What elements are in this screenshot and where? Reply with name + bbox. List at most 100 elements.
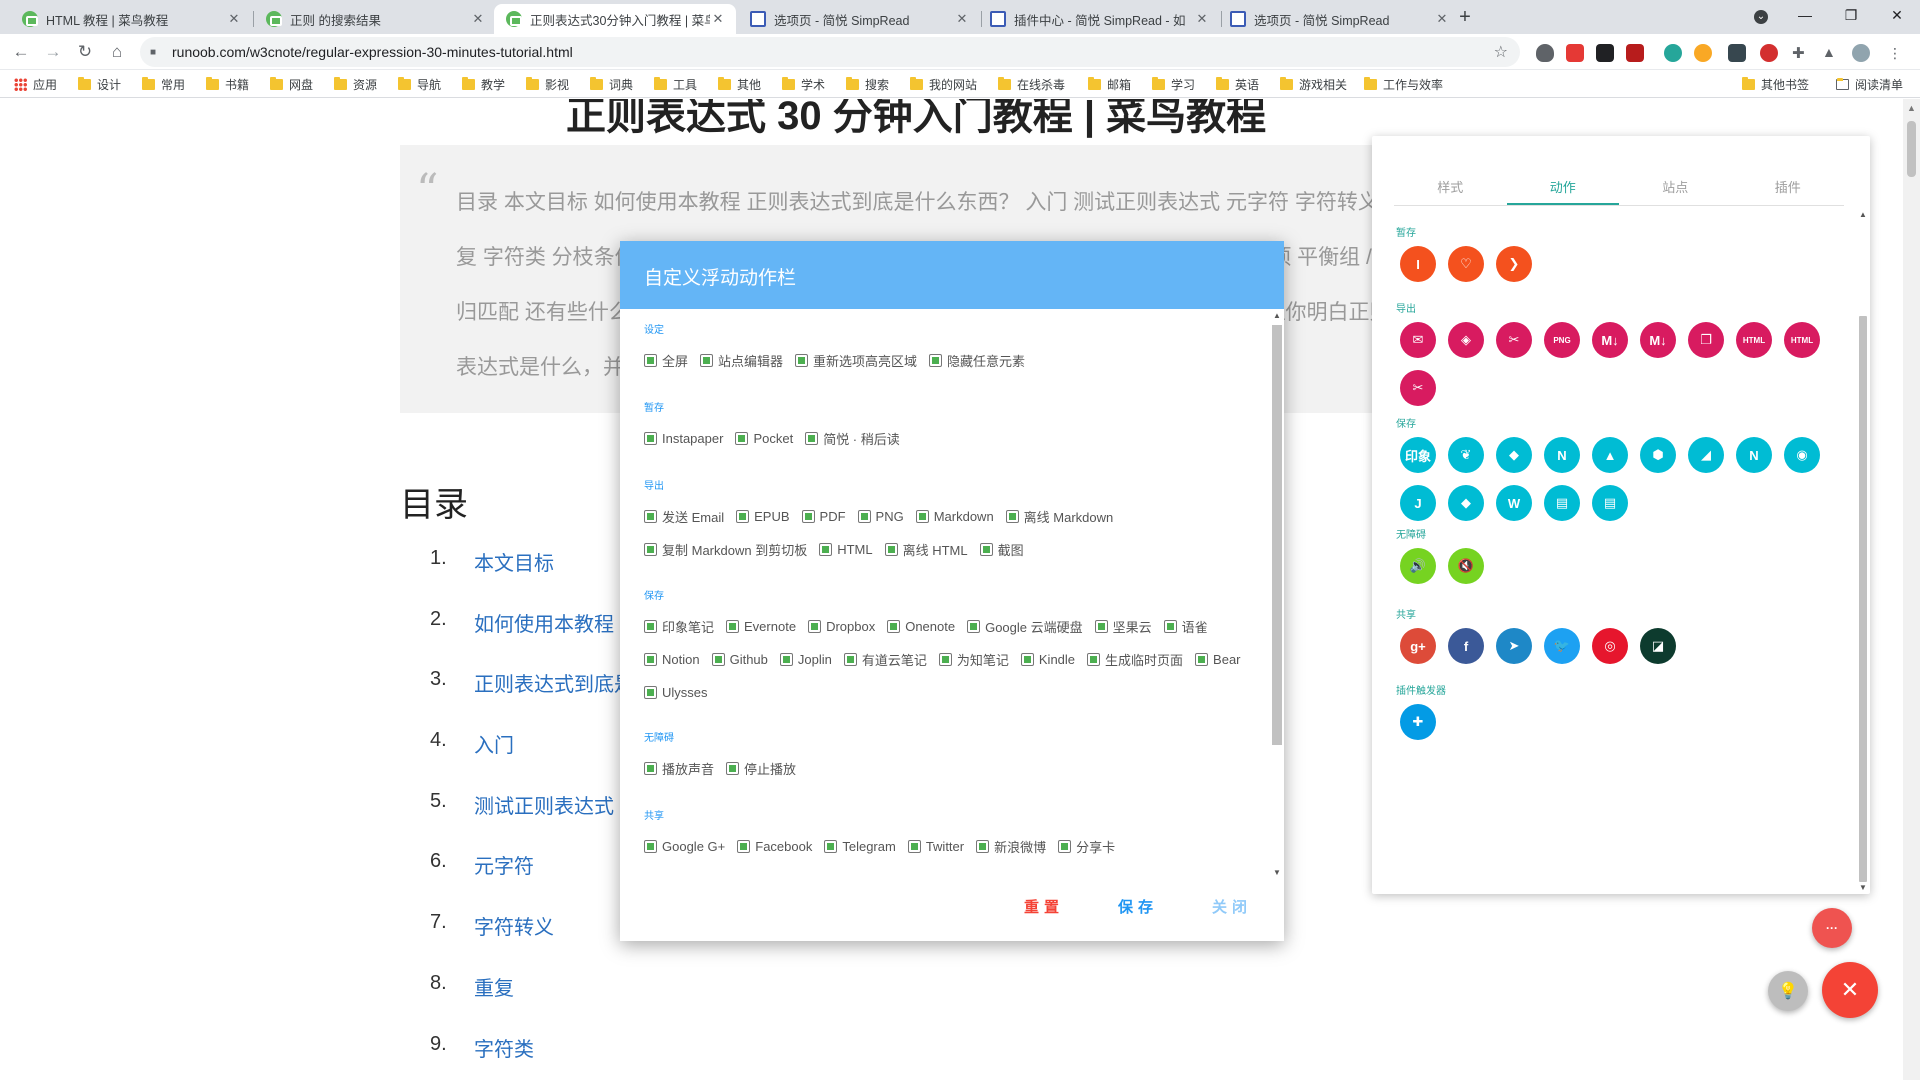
- checkbox-option[interactable]: 语雀: [1163, 618, 1208, 635]
- tab-4[interactable]: 选项页 - 简悦 SimpRead ✕: [738, 4, 980, 34]
- checkbox-option[interactable]: 停止播放: [726, 760, 796, 777]
- checkbox-checked-icon[interactable]: [726, 761, 740, 775]
- bookmark-folder[interactable]: 影视: [526, 76, 569, 93]
- checkbox-checked-icon[interactable]: [644, 761, 657, 775]
- checkbox-option[interactable]: PDF: [801, 508, 846, 524]
- checkbox-checked-icon[interactable]: [737, 839, 751, 853]
- checkbox-checked-icon[interactable]: [644, 839, 657, 853]
- avatar[interactable]: [1852, 44, 1870, 62]
- extension-opera-icon[interactable]: [1760, 44, 1778, 62]
- evernote-icon[interactable]: ❦: [1448, 437, 1484, 473]
- checkbox-checked-icon[interactable]: [736, 509, 750, 523]
- checkbox-checked-icon[interactable]: [979, 542, 993, 556]
- bookmark-folder[interactable]: 网盘: [270, 76, 313, 93]
- checkbox-option[interactable]: Instapaper: [644, 430, 723, 446]
- bookmark-folder[interactable]: 工作与效率: [1364, 76, 1443, 93]
- twitter-icon[interactable]: 🐦: [1544, 628, 1580, 664]
- checkbox-option[interactable]: 复制 Markdown 到剪切板: [644, 541, 807, 558]
- tab-1[interactable]: HTML 教程 | 菜鸟教程 ✕: [10, 4, 252, 34]
- toc-link[interactable]: 字符转义: [474, 911, 554, 972]
- checkbox-option[interactable]: 发送 Email: [644, 508, 724, 525]
- page-scrollbar[interactable]: ▲: [1903, 99, 1920, 1080]
- checkbox-checked-icon[interactable]: [644, 353, 657, 367]
- checkbox-checked-icon[interactable]: [915, 509, 929, 523]
- checkbox-option[interactable]: 新浪微博: [976, 838, 1046, 855]
- bookmark-folder[interactable]: 英语: [1216, 76, 1259, 93]
- dialog-scrollbar[interactable]: ▲ ▼: [1270, 309, 1284, 879]
- checkbox-option[interactable]: Telegram: [824, 838, 896, 854]
- restore-button[interactable]: ❐: [1828, 0, 1874, 30]
- checkbox-checked-icon[interactable]: [1094, 619, 1108, 633]
- email-icon[interactable]: ✉: [1400, 322, 1436, 358]
- checkbox-checked-icon[interactable]: [644, 685, 657, 699]
- checkbox-option[interactable]: 隐藏任意元素: [929, 352, 1025, 369]
- youdao-icon[interactable]: ◆: [1448, 485, 1484, 521]
- pocket-icon[interactable]: ♡: [1448, 246, 1484, 282]
- temp-page-icon[interactable]: ▤: [1592, 485, 1628, 521]
- checkbox-option[interactable]: HTML: [819, 541, 873, 557]
- checkbox-checked-icon[interactable]: [887, 619, 901, 633]
- checkbox-option[interactable]: Github: [711, 651, 768, 667]
- speaker-on-icon[interactable]: 🔊: [1400, 548, 1436, 584]
- tab-style[interactable]: 样式: [1394, 176, 1507, 205]
- tab-close-icon[interactable]: ✕: [226, 11, 242, 27]
- tab-3[interactable]: 正则表达式30分钟入门教程 | 菜鸟 ✕: [494, 4, 736, 34]
- checkbox-option[interactable]: 简悦 · 稍后读: [805, 430, 900, 447]
- bookmark-folder[interactable]: 学习: [1152, 76, 1195, 93]
- speaker-off-icon[interactable]: 🔇: [1448, 548, 1484, 584]
- bookmark-folder[interactable]: 工具: [654, 76, 697, 93]
- checkbox-option[interactable]: Dropbox: [808, 618, 875, 634]
- checkbox-checked-icon[interactable]: [1163, 619, 1177, 633]
- bookmark-folder[interactable]: 我的网站: [910, 76, 977, 93]
- checkbox-option[interactable]: 印象笔记: [644, 618, 714, 635]
- extension-dark-icon[interactable]: [1728, 44, 1746, 62]
- markdown-icon[interactable]: M↓: [1592, 322, 1628, 358]
- checkbox-checked-icon[interactable]: [843, 652, 857, 666]
- panel-scrollbar[interactable]: ▲ ▼: [1856, 208, 1870, 894]
- checkbox-option[interactable]: 离线 Markdown: [1005, 508, 1113, 525]
- reset-button[interactable]: 重置: [1024, 896, 1064, 917]
- offline-markdown-icon[interactable]: M↓: [1640, 322, 1676, 358]
- bookmark-folder[interactable]: 游戏相关: [1280, 76, 1347, 93]
- forward-button[interactable]: →: [42, 41, 64, 63]
- instapaper-icon[interactable]: I: [1400, 246, 1436, 282]
- checkbox-checked-icon[interactable]: [644, 652, 657, 666]
- copy-markdown-icon[interactable]: ❐: [1688, 322, 1724, 358]
- close-fab-button[interactable]: ✕: [1822, 962, 1878, 1018]
- checkbox-checked-icon[interactable]: [711, 652, 725, 666]
- checkbox-checked-icon[interactable]: [808, 619, 822, 633]
- checkbox-option[interactable]: Facebook: [737, 838, 812, 854]
- checkbox-checked-icon[interactable]: [819, 542, 833, 556]
- wiznote-icon[interactable]: W: [1496, 485, 1532, 521]
- checkbox-checked-icon[interactable]: [1087, 652, 1101, 666]
- checkbox-option[interactable]: 坚果云: [1094, 618, 1152, 635]
- png-icon[interactable]: PNG: [1544, 322, 1580, 358]
- bookmark-folder[interactable]: 邮箱: [1088, 76, 1131, 93]
- more-options-button[interactable]: ···: [1812, 908, 1852, 948]
- tab-6[interactable]: 选项页 - 简悦 SimpRead ✕: [1218, 4, 1460, 34]
- checkbox-checked-icon[interactable]: [795, 353, 809, 367]
- checkbox-option[interactable]: 分享卡: [1058, 838, 1115, 855]
- bookmark-folder[interactable]: 书籍: [206, 76, 249, 93]
- checkbox-option[interactable]: 重新选项高亮区域: [795, 352, 917, 369]
- checkbox-checked-icon[interactable]: [644, 509, 657, 523]
- tab-2[interactable]: 正则 的搜索结果 ✕: [254, 4, 496, 34]
- address-bar[interactable]: ■ runoob.com/w3cnote/regular-expression-…: [140, 37, 1520, 67]
- checkbox-option[interactable]: Twitter: [907, 838, 964, 854]
- checkbox-option[interactable]: 离线 HTML: [884, 541, 968, 558]
- reload-button[interactable]: ↻: [74, 41, 96, 63]
- save-button[interactable]: 保存: [1118, 896, 1158, 917]
- bookmark-folder[interactable]: 学术: [782, 76, 825, 93]
- bookmark-apps[interactable]: 应用: [14, 76, 57, 93]
- checkbox-checked-icon[interactable]: [1020, 652, 1034, 666]
- checkbox-checked-icon[interactable]: [929, 353, 943, 367]
- jianguoyun-icon[interactable]: ⬢: [1640, 437, 1676, 473]
- other-bookmarks[interactable]: 其他书签: [1742, 76, 1809, 93]
- screenshot-icon[interactable]: ✂: [1400, 370, 1436, 406]
- yinxiang-icon[interactable]: 印象: [1400, 437, 1436, 473]
- toc-link[interactable]: 本文目标: [474, 547, 554, 608]
- pdf-icon[interactable]: ✂: [1496, 322, 1532, 358]
- lamp-button[interactable]: 💡: [1768, 971, 1808, 1011]
- checkbox-checked-icon[interactable]: [1195, 652, 1209, 666]
- toc-link[interactable]: 元字符: [474, 850, 534, 911]
